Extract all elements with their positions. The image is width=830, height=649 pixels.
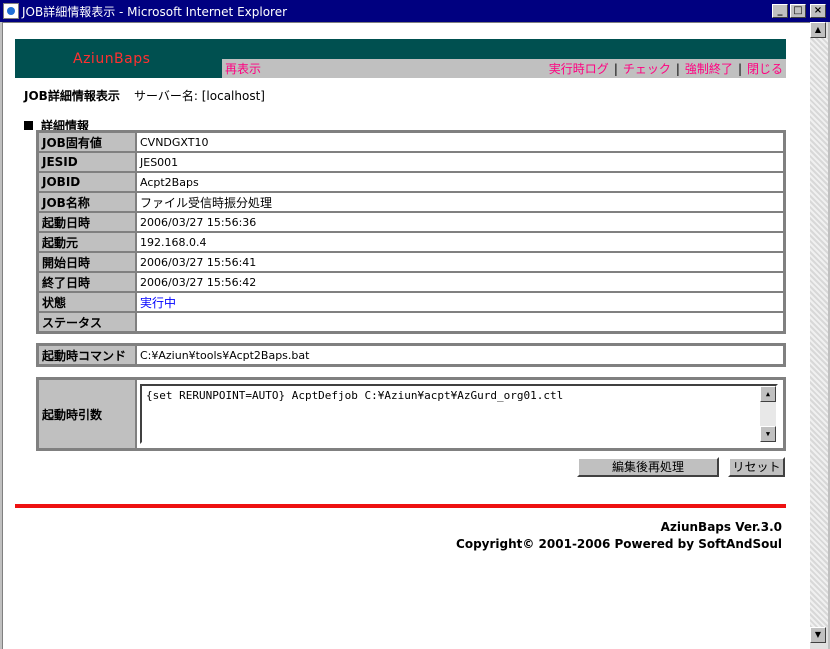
table-row: ステータス xyxy=(38,312,784,332)
table-row: 起動時引数 {set RERUNPOINT=AUTO} AcptDefjob C… xyxy=(38,379,784,449)
details-table: JOB固有値 CVNDGXT10 JESID JES001 JOBID Acpt2Ba… xyxy=(36,130,786,334)
scroll-down-icon[interactable]: ▼ xyxy=(810,627,826,643)
nav-bar: 再表示 実行時ログ | チェック | 強制終了 | 閉じる xyxy=(222,59,786,78)
app-logo: AziunBaps xyxy=(73,51,151,67)
exec-log-link[interactable]: 実行時ログ xyxy=(549,60,609,77)
table-row: JESID JES001 xyxy=(38,152,784,172)
check-link[interactable]: チェック xyxy=(623,60,671,77)
scroll-up-icon[interactable]: ▲ xyxy=(760,386,776,402)
close-link[interactable]: 閉じる xyxy=(747,60,783,77)
page-title: JOB詳細情報表示 サーバー名: [localhost] xyxy=(24,89,265,103)
reprocess-button[interactable]: 編集後再処理 xyxy=(577,457,719,477)
maximize-button[interactable]: □ xyxy=(790,4,806,18)
ie-icon xyxy=(3,3,19,19)
table-row: 起動日時 2006/03/27 15:56:36 xyxy=(38,212,784,232)
command-table: 起動時コマンド C:¥Aziun¥tools¥Acpt2Baps.bat xyxy=(36,343,786,367)
command-value: C:¥Aziun¥tools¥Acpt2Baps.bat xyxy=(136,345,784,365)
table-row: JOBID Acpt2Baps xyxy=(38,172,784,192)
table-row: 状態 実行中 xyxy=(38,292,784,312)
logo-area: AziunBaps xyxy=(15,39,222,78)
version-text: AziunBaps Ver.3.0 xyxy=(660,520,782,534)
table-row: 終了日時 2006/03/27 15:56:42 xyxy=(38,272,784,292)
minimize-button[interactable]: _ xyxy=(772,4,788,18)
table-row: 起動時コマンド C:¥Aziun¥tools¥Acpt2Baps.bat xyxy=(38,345,784,365)
footer: AziunBaps Ver.3.0 Copyright© 2001-2006 P… xyxy=(456,519,782,553)
divider xyxy=(15,504,786,508)
window-titlebar: JOB詳細情報表示 - Microsoft Internet Explorer … xyxy=(0,0,830,22)
textarea-scrollbar[interactable]: ▲ ▼ xyxy=(760,386,776,442)
table-row: JOB名称 ファイル受信時振分処理 xyxy=(38,192,784,212)
reset-button[interactable]: リセット xyxy=(728,457,785,477)
scroll-down-icon[interactable]: ▼ xyxy=(760,426,776,442)
window-title: JOB詳細情報表示 - Microsoft Internet Explorer xyxy=(22,4,288,19)
scroll-up-icon[interactable]: ▲ xyxy=(810,22,826,38)
close-window-button[interactable]: × xyxy=(810,4,826,18)
args-textarea[interactable]: {set RERUNPOINT=AUTO} AcptDefjob C:¥Aziu… xyxy=(140,384,778,444)
table-row: JOB固有値 CVNDGXT10 xyxy=(38,132,784,152)
status-value: 実行中 xyxy=(140,295,177,310)
app-header: AziunBaps 再表示 実行時ログ | チェック | 強制終了 | 閉じる xyxy=(15,39,786,78)
refresh-link[interactable]: 再表示 xyxy=(225,60,261,77)
table-row: 開始日時 2006/03/27 15:56:41 xyxy=(38,252,784,272)
server-name: サーバー名: [localhost] xyxy=(134,89,265,103)
table-row: 起動元 192.168.0.4 xyxy=(38,232,784,252)
page-viewport: AziunBaps 再表示 実行時ログ | チェック | 強制終了 | 閉じる … xyxy=(2,22,810,649)
copyright-text: Copyright© 2001-2006 Powered by SoftAndS… xyxy=(456,537,782,551)
page-scrollbar[interactable]: ▲ ▼ xyxy=(810,22,828,649)
force-stop-link[interactable]: 強制終了 xyxy=(685,60,733,77)
square-bullet-icon xyxy=(24,121,33,130)
args-table: 起動時引数 {set RERUNPOINT=AUTO} AcptDefjob C… xyxy=(36,377,786,451)
